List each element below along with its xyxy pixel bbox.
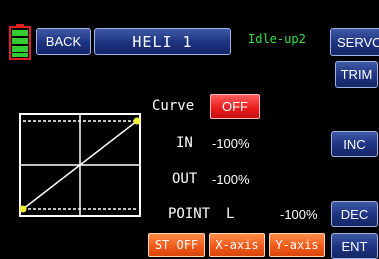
y-axis-button[interactable]: Y-axis: [269, 233, 325, 257]
back-button[interactable]: BACK: [36, 28, 91, 55]
out-label: OUT: [172, 171, 198, 187]
curve-point-high: [133, 117, 141, 125]
point-id: L: [226, 206, 235, 222]
out-value: -100%: [212, 172, 250, 187]
curve-off-button[interactable]: OFF: [210, 94, 260, 119]
curve-label: Curve: [152, 98, 195, 114]
servo-button[interactable]: SERVO: [330, 28, 379, 56]
trim-button[interactable]: TRIM: [335, 61, 378, 88]
curve-point-low: [19, 205, 27, 213]
ent-button[interactable]: ENT: [331, 233, 378, 259]
in-value: -100%: [212, 136, 250, 151]
x-axis-button[interactable]: X-axis: [209, 233, 265, 257]
battery-icon: [9, 24, 31, 60]
model-name-display: HELI 1: [94, 28, 231, 55]
in-label: IN: [176, 135, 193, 151]
st-off-button[interactable]: ST OFF: [148, 233, 205, 257]
inc-button[interactable]: INC: [331, 131, 378, 157]
condition-label: Idle-up2: [248, 32, 306, 46]
curve-graph[interactable]: [19, 113, 141, 217]
point-label: POINT: [168, 206, 211, 222]
dec-button[interactable]: DEC: [331, 201, 378, 227]
point-value: -100%: [280, 207, 318, 222]
